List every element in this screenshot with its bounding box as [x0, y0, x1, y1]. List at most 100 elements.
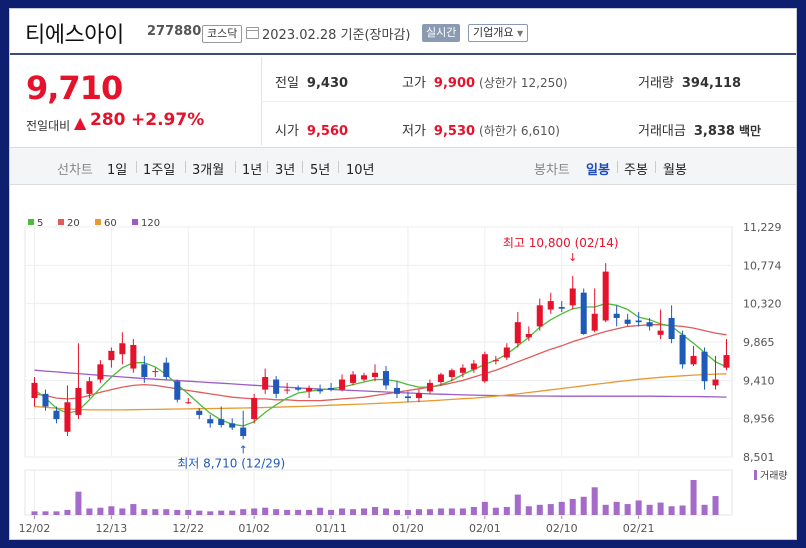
volume-label: 거래량 — [760, 470, 788, 482]
tab-3month[interactable]: 3개월 — [192, 159, 224, 178]
candle-body — [229, 423, 236, 428]
legend-label: 20 — [67, 218, 80, 229]
volume-bar — [459, 508, 466, 515]
candle-body — [481, 354, 488, 382]
candle-body — [141, 364, 148, 377]
tab-daily[interactable]: 일봉 — [586, 159, 610, 178]
upper-limit-value: 12,250) — [520, 76, 568, 90]
tab-divider — [267, 161, 268, 173]
candle-body — [415, 393, 422, 399]
candle-body — [492, 360, 499, 362]
volume-bar — [31, 511, 38, 515]
volume-bar — [470, 506, 477, 515]
current-price: 9,710 — [26, 69, 123, 107]
volume-bar — [174, 509, 181, 515]
candlestick-chart[interactable]: 11,229 10,774 10,320 9,865 9,410 8,956 8,501 12… — [10, 187, 797, 540]
candle-body — [361, 375, 368, 380]
open-label: 시가 — [275, 124, 299, 139]
tab-5year[interactable]: 5년 — [310, 159, 330, 178]
x-tick-label: 02/01 — [469, 522, 501, 535]
lower-limit-label: (하한가 — [479, 124, 517, 138]
x-tick-label: 12/22 — [172, 522, 204, 535]
volume-bar — [262, 507, 269, 515]
high-value: 9,900 — [433, 76, 476, 91]
trade-amount-value: 3,838 — [693, 124, 735, 139]
candle-body — [679, 334, 686, 365]
tab-divider — [617, 161, 618, 173]
tab-1day[interactable]: 1일 — [107, 159, 127, 178]
down-arrow-icon: ↓ — [568, 251, 577, 264]
tab-weekly[interactable]: 주봉 — [624, 159, 648, 178]
tab-10year[interactable]: 10년 — [346, 159, 375, 178]
x-tick-label: 01/02 — [238, 522, 270, 535]
candle-body — [723, 355, 730, 368]
stock-code: 277880 — [147, 24, 202, 39]
lower-limit-value: 6,610) — [520, 124, 560, 138]
candle-body — [613, 313, 620, 318]
volume-bar — [284, 509, 291, 515]
candle-body — [624, 319, 631, 324]
volume-bar — [393, 509, 400, 515]
candle-body — [31, 382, 38, 399]
volume-bar — [690, 480, 697, 515]
stock-name: 티에스아이 — [25, 23, 124, 48]
candle-body — [437, 374, 444, 383]
trade-amount-label: 거래대금 — [638, 124, 686, 139]
candle-body — [393, 387, 400, 394]
volume-value: 394,118 — [681, 76, 742, 91]
market-badge: 코스닥 — [202, 25, 243, 43]
volume-bar — [207, 511, 214, 515]
volume-bar — [306, 509, 313, 515]
tab-3year[interactable]: 3년 — [275, 159, 295, 178]
volume-bar — [481, 501, 488, 515]
volume-bar — [119, 508, 126, 515]
candle-body — [75, 387, 82, 415]
tab-1year[interactable]: 1년 — [242, 159, 262, 178]
y-tick-label: 9,865 — [743, 336, 775, 349]
volume-bar — [130, 504, 137, 515]
volume-bar — [657, 502, 664, 515]
trade-amount: 거래대금 3,838 백만 — [638, 120, 761, 139]
candle-body — [240, 427, 247, 437]
candle-body — [306, 387, 313, 392]
candle-body — [207, 419, 214, 424]
company-overview-dropdown[interactable]: 기업개요 ▼ — [468, 24, 529, 42]
volume-bar — [163, 509, 170, 515]
candle-body — [108, 350, 115, 361]
candle-body — [701, 351, 708, 382]
realtime-button[interactable]: 실시간 — [422, 24, 461, 42]
x-tick-label: 02/21 — [623, 522, 655, 535]
y-tick-label: 11,229 — [743, 221, 782, 234]
volume-bar — [97, 507, 104, 515]
legend-swatch — [28, 219, 34, 225]
high-label: 고가 — [402, 76, 426, 91]
volume-bar — [679, 505, 686, 515]
candle-body — [328, 387, 335, 390]
candle-body — [382, 371, 390, 386]
volume-bar — [646, 504, 653, 515]
volume-bar — [503, 506, 510, 515]
volume-bar — [635, 500, 642, 515]
change-value: 280 — [90, 110, 126, 130]
volume-bar — [701, 504, 708, 515]
x-tick-label: 02/10 — [546, 522, 578, 535]
candle-chart-label: 봉차트 — [534, 163, 570, 178]
candle-body — [690, 355, 697, 365]
candle-body — [668, 317, 675, 340]
tab-divider — [338, 161, 339, 173]
max-annotation: 최고 10,800 (02/14) — [503, 236, 619, 250]
volume-bar — [591, 487, 598, 515]
tab-monthly[interactable]: 월봉 — [663, 159, 687, 178]
candle-body — [86, 381, 93, 394]
volume-bar — [350, 509, 357, 515]
tab-divider — [185, 161, 186, 173]
candle-body — [712, 379, 719, 386]
candle-body — [273, 379, 280, 394]
tab-1week[interactable]: 1주일 — [143, 159, 175, 178]
volume-bar — [251, 508, 258, 515]
low-value: 9,530 — [433, 124, 476, 139]
volume-bar — [53, 511, 60, 515]
candle-body — [64, 402, 71, 432]
tab-divider — [302, 161, 303, 173]
volume-bar — [404, 509, 411, 515]
